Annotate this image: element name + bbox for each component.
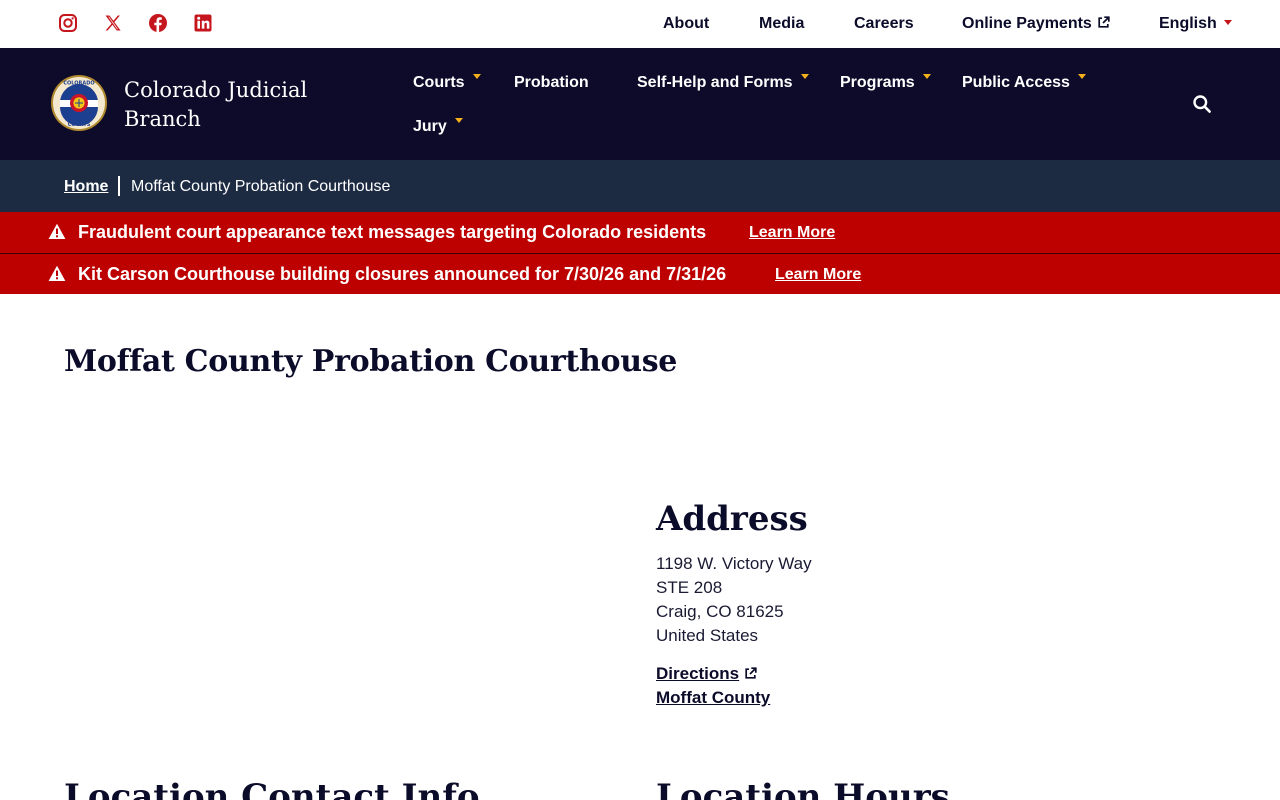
search-icon[interactable] — [1192, 94, 1212, 114]
nav-courts-label: Courts — [413, 74, 465, 91]
chevron-down-icon — [454, 118, 463, 123]
breadcrumb: Home Moffat County Probation Courthouse — [0, 160, 1280, 212]
address-line: 1198 W. Victory Way — [656, 554, 812, 573]
directions-label: Directions — [656, 664, 740, 683]
warning-icon — [48, 223, 66, 239]
chevron-down-icon — [1223, 20, 1232, 25]
x-icon — [105, 15, 121, 31]
alert-banner: Kit Carson Courthouse building closures … — [0, 253, 1280, 294]
nav-public-access[interactable]: Public Access — [962, 73, 1086, 93]
nav-jury-label: Jury — [413, 118, 447, 135]
nav-jury[interactable]: Jury — [413, 117, 463, 137]
nav-courts[interactable]: Courts — [413, 73, 481, 93]
county-link[interactable]: Moffat County — [656, 688, 770, 708]
facebook-link[interactable] — [148, 13, 168, 33]
breadcrumb-separator — [118, 176, 120, 196]
external-link-icon — [1098, 16, 1110, 28]
about-link[interactable]: About — [663, 14, 709, 34]
careers-link[interactable]: Careers — [854, 14, 914, 34]
media-link[interactable]: Media — [759, 14, 804, 34]
online-payments-label: Online Payments — [962, 15, 1092, 32]
language-selector[interactable]: English — [1159, 14, 1232, 34]
contact-info-heading: Location Contact Info — [64, 777, 480, 800]
alert-message: Kit Carson Courthouse building closures … — [78, 264, 727, 284]
online-payments-link[interactable]: Online Payments — [962, 14, 1110, 34]
logo-text-top: COLORADO — [63, 81, 94, 87]
alert-banner: Fraudulent court appearance text message… — [0, 212, 1280, 253]
site-name[interactable]: Colorado Judicial Branch — [124, 76, 344, 134]
alert-message: Fraudulent court appearance text message… — [78, 222, 707, 242]
external-link-icon — [745, 667, 757, 679]
site-header: COLORADO COURTS Colorado Judicial Branch… — [0, 48, 1280, 160]
directions-link[interactable]: Directions — [656, 664, 757, 684]
logo-text-bottom: COURTS — [68, 122, 91, 128]
nav-public-access-label: Public Access — [962, 74, 1070, 91]
x-link[interactable] — [103, 13, 123, 33]
breadcrumb-current: Moffat County Probation Courthouse — [131, 178, 391, 195]
address-line: Craig, CO 81625 — [656, 602, 784, 621]
linkedin-icon — [194, 14, 212, 32]
instagram-icon — [59, 14, 77, 32]
address-block: 1198 W. Victory Way STE 208 Craig, CO 81… — [656, 552, 812, 648]
nav-programs-label: Programs — [840, 74, 915, 91]
chevron-down-icon — [922, 74, 931, 79]
language-label: English — [1159, 15, 1217, 32]
instagram-link[interactable] — [58, 13, 78, 33]
utility-bar: About Media Careers Online Payments Engl… — [0, 0, 1280, 48]
chevron-down-icon — [800, 74, 809, 79]
page-title: Moffat County Probation Courthouse — [64, 344, 678, 379]
chevron-down-icon — [472, 74, 481, 79]
nav-self-help-label: Self-Help and Forms — [637, 74, 793, 91]
social-links — [58, 13, 238, 33]
chevron-down-icon — [1077, 74, 1086, 79]
location-hours-heading: Location Hours — [656, 777, 950, 800]
nav-probation[interactable]: Probation — [514, 73, 589, 93]
nav-self-help[interactable]: Self-Help and Forms — [637, 73, 809, 93]
nav-programs[interactable]: Programs — [840, 73, 931, 93]
address-line: United States — [656, 626, 759, 645]
facebook-icon — [149, 14, 167, 32]
warning-icon — [48, 265, 66, 281]
alert-learn-more-link[interactable]: Learn More — [775, 266, 861, 284]
breadcrumb-home-link[interactable]: Home — [64, 177, 108, 197]
linkedin-link[interactable] — [193, 13, 213, 33]
alert-learn-more-link[interactable]: Learn More — [749, 224, 835, 242]
address-line: STE 208 — [656, 578, 723, 597]
address-heading: Address — [656, 499, 808, 539]
courts-seal-logo[interactable]: COLORADO COURTS — [50, 74, 108, 132]
